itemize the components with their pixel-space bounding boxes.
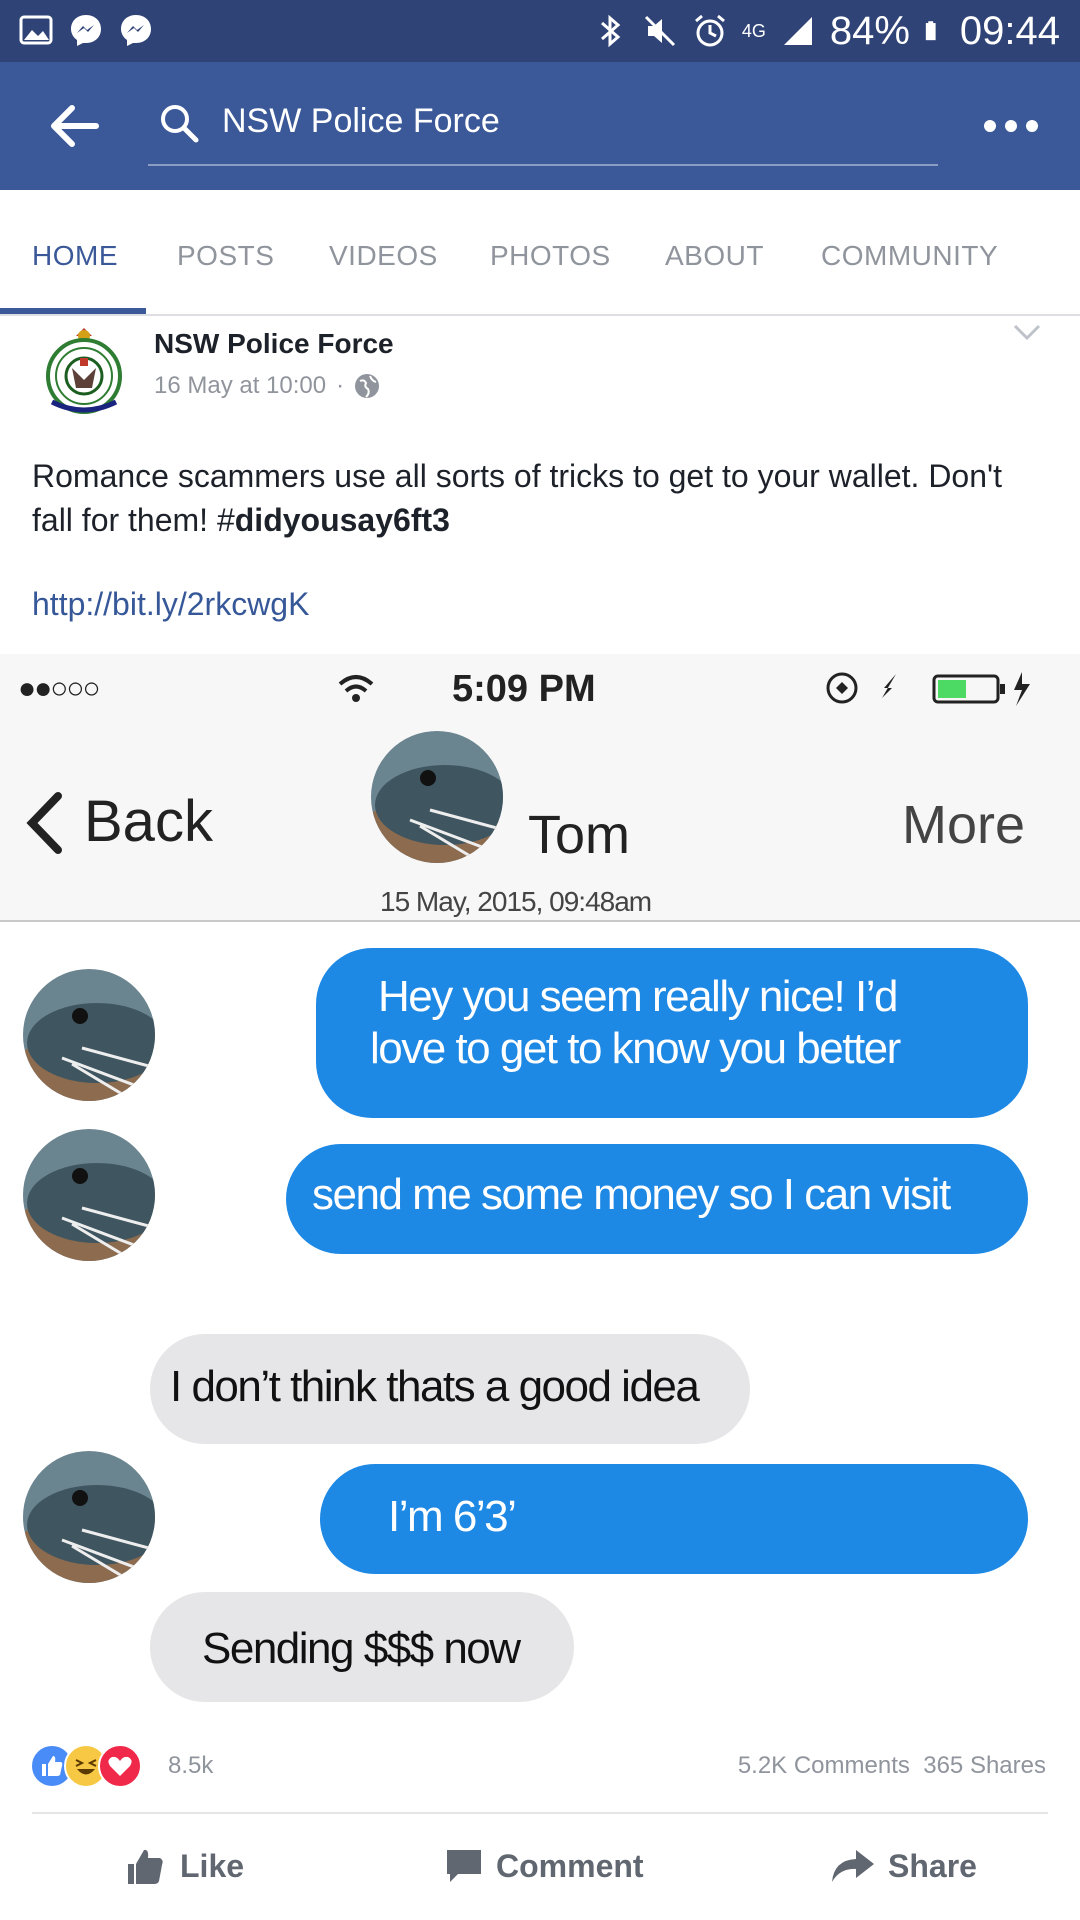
message-bubble: Sending $$$ now bbox=[150, 1592, 574, 1702]
message-text: Sending $$$ now bbox=[202, 1624, 521, 1673]
meta-separator: · bbox=[336, 372, 345, 399]
globe-icon bbox=[355, 374, 380, 398]
tab-posts[interactable]: POSTS bbox=[177, 240, 274, 272]
love-reaction-icon bbox=[98, 1744, 142, 1788]
post-timestamp[interactable]: 16 May at 10:00 bbox=[154, 372, 326, 400]
signal-icon bbox=[783, 17, 812, 45]
tab-home[interactable]: HOME bbox=[32, 240, 118, 272]
message-bubble: I’m 6’3’ bbox=[320, 1464, 1028, 1574]
comment-icon bbox=[447, 1850, 481, 1882]
like-button[interactable]: Like bbox=[124, 1838, 244, 1894]
catfish-avatar bbox=[23, 1129, 155, 1261]
tab-about[interactable]: ABOUT bbox=[665, 240, 764, 272]
ios-clock: 5:09 PM bbox=[452, 668, 596, 710]
tab-community[interactable]: COMMUNITY bbox=[821, 240, 998, 272]
message-text: Hey you seem really nice! I’d bbox=[378, 972, 898, 1021]
search-input[interactable]: NSW Police Force bbox=[148, 80, 938, 166]
active-tab-indicator bbox=[0, 308, 146, 314]
reaction-icons[interactable] bbox=[30, 1744, 160, 1788]
chevron-left-icon[interactable] bbox=[24, 790, 64, 856]
battery-icon bbox=[925, 21, 936, 41]
search-icon bbox=[161, 105, 199, 143]
search-query: NSW Police Force bbox=[222, 102, 500, 140]
messenger-icon bbox=[121, 15, 151, 46]
like-label: Like bbox=[180, 1847, 245, 1884]
conversation-date: 15 May, 2015, 09:48am bbox=[380, 886, 652, 917]
message-bubble: I don’t think thats a good idea bbox=[150, 1334, 750, 1444]
carrier-signal: ●●○○○ bbox=[18, 672, 101, 705]
wifi-icon bbox=[338, 675, 374, 702]
nsw-police-badge-avatar[interactable] bbox=[42, 322, 126, 418]
comment-button[interactable]: Comment bbox=[444, 1838, 644, 1894]
chevron-down-icon[interactable] bbox=[1012, 322, 1042, 342]
page-tabs: HOME POSTS VIDEOS PHOTOS ABOUT COMMUNITY bbox=[0, 190, 1080, 316]
hashtag-link[interactable]: didyousay6ft3 bbox=[235, 502, 450, 538]
battery-percent: 84% bbox=[829, 9, 910, 53]
back-arrow-icon[interactable] bbox=[44, 96, 104, 156]
comments-count[interactable]: 5.2K Comments bbox=[738, 1752, 910, 1779]
gallery-icon bbox=[19, 15, 53, 45]
contact-name: Tom bbox=[528, 805, 631, 865]
clock: 09:44 bbox=[959, 9, 1060, 53]
message-text: I don’t think thats a good idea bbox=[170, 1362, 700, 1411]
shares-count[interactable]: 365 Shares bbox=[923, 1752, 1046, 1779]
tab-videos[interactable]: VIDEOS bbox=[329, 240, 438, 272]
post-text: Romance scammers use all sorts of tricks… bbox=[32, 458, 1003, 538]
page-name[interactable]: NSW Police Force bbox=[154, 328, 394, 360]
messenger-icon bbox=[71, 15, 101, 46]
alarm-icon bbox=[694, 14, 725, 47]
post-body: Romance scammers use all sorts of tricks… bbox=[32, 454, 1042, 542]
status-bar: 4G 84% 09:44 bbox=[0, 0, 1080, 62]
message-text: send me some money so I can visit bbox=[312, 1170, 951, 1219]
reaction-count[interactable]: 8.5k bbox=[168, 1752, 213, 1780]
bluetooth-icon bbox=[600, 14, 621, 48]
share-label: Share bbox=[888, 1847, 977, 1884]
more-options-icon[interactable] bbox=[982, 106, 1040, 146]
back-button[interactable]: Back bbox=[84, 788, 213, 855]
app-bar: NSW Police Force bbox=[0, 62, 1080, 190]
network-type: 4G bbox=[741, 21, 766, 41]
share-arrow-icon bbox=[832, 1850, 874, 1882]
thumbs-up-icon bbox=[128, 1849, 163, 1884]
divider bbox=[32, 1812, 1048, 1814]
message-text: love to get to know you better bbox=[370, 1024, 901, 1073]
post-stats: 5.2K Comments 365 Shares bbox=[738, 1752, 1046, 1780]
post-meta: 16 May at 10:00 · bbox=[154, 372, 380, 400]
tab-photos[interactable]: PHOTOS bbox=[490, 240, 611, 272]
attached-image[interactable]: ●●○○○ 5:09 PM Back Tom More 15 May, 2015… bbox=[0, 654, 1080, 1718]
mute-icon bbox=[644, 15, 675, 47]
catfish-avatar bbox=[371, 731, 503, 863]
catfish-avatar bbox=[23, 969, 155, 1101]
ios-status-icons bbox=[826, 672, 1030, 706]
catfish-avatar bbox=[23, 1451, 155, 1583]
message-text: I’m 6’3’ bbox=[388, 1492, 517, 1541]
message-bubble: send me some money so I can visit bbox=[286, 1144, 1028, 1254]
post-link[interactable]: http://bit.ly/2rkcwgK bbox=[32, 586, 309, 623]
share-button[interactable]: Share bbox=[830, 1838, 977, 1894]
message-bubble: Hey you seem really nice! I’d love to ge… bbox=[316, 948, 1028, 1118]
more-button[interactable]: More bbox=[902, 794, 1025, 856]
comment-label: Comment bbox=[496, 1847, 644, 1884]
